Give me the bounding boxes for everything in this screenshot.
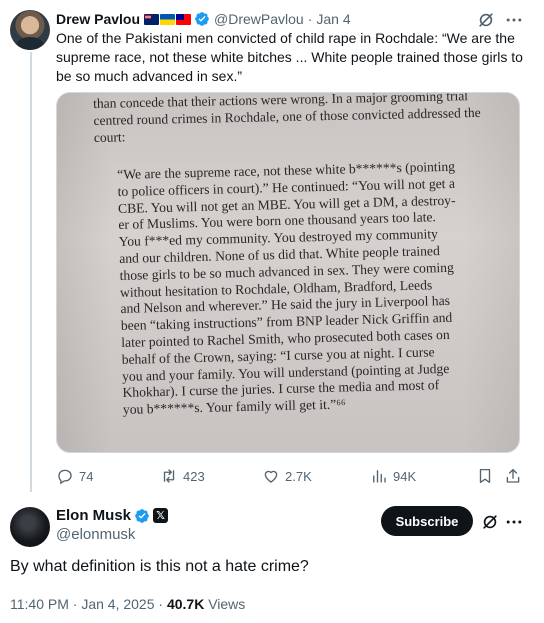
- bookmark-icon: [479, 468, 491, 484]
- tweet-timestamp[interactable]: 11:40 PM · Jan 4, 2025 ·: [10, 596, 167, 612]
- reply-button[interactable]: 74: [56, 467, 93, 485]
- tweet-header: Elon Musk 𝕏: [56, 507, 169, 524]
- views-count: 40.7K: [166, 596, 205, 612]
- tweet-meta: 11:40 PM · Jan 4, 2025 · 40.7K Views: [10, 596, 245, 612]
- author-name[interactable]: Drew Pavlou: [56, 11, 140, 27]
- taiwan-flag-icon: [176, 13, 192, 25]
- bookmark-button[interactable]: [476, 467, 494, 485]
- share-icon: [506, 468, 520, 483]
- book-page-top-text: than concede that their actions were wro…: [93, 92, 481, 145]
- australia-flag-icon: [144, 13, 160, 25]
- views-count: 94K: [393, 468, 417, 484]
- retweet-icon: [163, 469, 175, 483]
- share-button[interactable]: [504, 467, 522, 485]
- reply-count: 74: [79, 468, 94, 484]
- more-icon[interactable]: [504, 512, 524, 532]
- views-label: Views: [204, 596, 246, 612]
- parent-tweet[interactable]: Drew Pavlou @DrewPavlou · Jan 4 One of t…: [0, 0, 544, 492]
- grok-icon[interactable]: [476, 10, 496, 30]
- retweet-count: 423: [183, 468, 205, 484]
- tweet-text: By what definition is this not a hate cr…: [10, 558, 309, 575]
- retweet-button[interactable]: 423: [160, 467, 205, 485]
- tweet-photo[interactable]: than concede that their actions were wro…: [56, 92, 520, 453]
- views-icon: [373, 470, 386, 483]
- tweet-date[interactable]: Jan 4: [316, 11, 350, 27]
- thread-line: [30, 52, 32, 492]
- tweet-text: One of the Pakistani men convicted of ch…: [56, 30, 523, 84]
- author-name[interactable]: Elon Musk: [56, 507, 131, 524]
- grok-icon[interactable]: [480, 512, 500, 532]
- more-icon[interactable]: [504, 10, 524, 30]
- tweet-header: Drew Pavlou @DrewPavlou · Jan 4: [56, 10, 351, 28]
- like-icon: [264, 470, 278, 483]
- like-button[interactable]: 2.7K: [262, 467, 312, 485]
- subscribe-button[interactable]: Subscribe: [381, 506, 473, 536]
- like-count: 2.7K: [285, 468, 312, 484]
- avatar[interactable]: [10, 10, 50, 50]
- book-page-quote-text: “We are the supreme race, not these whit…: [117, 158, 456, 418]
- author-handle[interactable]: @DrewPavlou: [214, 11, 304, 27]
- avatar[interactable]: [10, 507, 50, 547]
- reply-icon: [58, 469, 72, 485]
- verified-badge-icon: [195, 12, 209, 26]
- action-bar: 74 423 2.7K 94K: [56, 466, 520, 486]
- verified-badge-icon: [135, 508, 149, 523]
- ukraine-flag-icon: [160, 13, 176, 25]
- flag-emojis: [144, 13, 192, 25]
- separator-dot: ·: [307, 11, 313, 27]
- views-button[interactable]: 94K: [370, 467, 416, 485]
- x-affiliate-badge-icon: 𝕏: [153, 508, 169, 523]
- author-handle[interactable]: @elonmusk: [56, 526, 135, 543]
